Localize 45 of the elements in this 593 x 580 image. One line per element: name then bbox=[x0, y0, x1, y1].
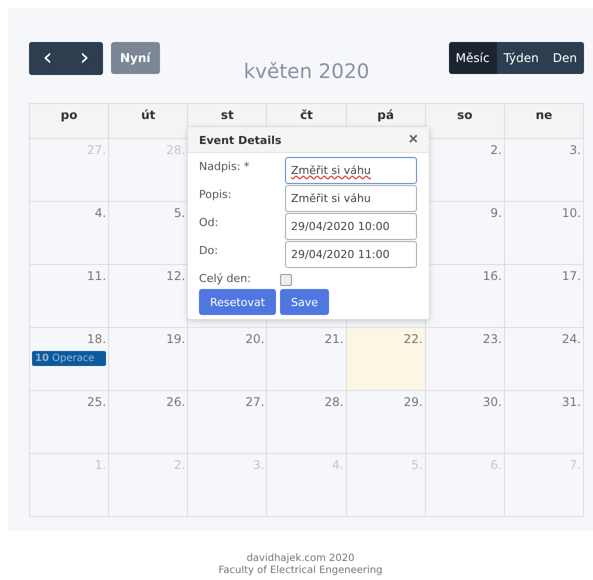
day-number: 27. bbox=[245, 395, 264, 409]
field-label: Nadpis: * bbox=[199, 159, 250, 173]
field-label: Popis: bbox=[199, 187, 232, 201]
weekday-header: po bbox=[30, 104, 110, 139]
day-number: 29. bbox=[404, 395, 423, 409]
day-number: 12. bbox=[166, 269, 186, 283]
day-number: 26. bbox=[166, 395, 186, 409]
day-number: 24. bbox=[562, 332, 581, 346]
weekday-header: út bbox=[109, 104, 188, 139]
input-field[interactable]: 29/04/2020 11:00 bbox=[285, 241, 417, 268]
view-tab[interactable]: Měsíc bbox=[448, 42, 497, 74]
footer-text: davidhajek.com 2020 bbox=[246, 553, 356, 565]
day-number: 23. bbox=[482, 332, 502, 346]
field-label: Od: bbox=[199, 215, 218, 229]
day-number: 22. bbox=[404, 332, 423, 346]
day-number: 21. bbox=[324, 332, 344, 346]
day-number: 16. bbox=[482, 269, 502, 283]
day-number: 20. bbox=[245, 332, 264, 346]
input-field[interactable]: Změřit si váhu bbox=[285, 185, 417, 212]
field-label: Celý den: bbox=[199, 271, 251, 285]
input-field[interactable]: Změřit si váhu bbox=[285, 157, 417, 184]
day-number: 4. bbox=[94, 206, 106, 220]
weekday-header: so bbox=[426, 104, 505, 139]
day-number: 5. bbox=[174, 206, 186, 220]
day-number: 10. bbox=[562, 206, 581, 220]
day-number: 31. bbox=[562, 395, 581, 409]
reset-button[interactable]: Resetovat bbox=[199, 289, 276, 315]
day-number: 18. bbox=[87, 332, 106, 346]
day-number: 9. bbox=[490, 206, 502, 220]
day-number: 2. bbox=[490, 143, 502, 157]
weekday-header: ne bbox=[504, 104, 584, 139]
input-field[interactable]: 29/04/2020 10:00 bbox=[285, 213, 417, 240]
day-number: 25. bbox=[87, 395, 106, 409]
day-number: 30. bbox=[482, 395, 502, 409]
today-button[interactable]: Nyní bbox=[111, 42, 160, 74]
day-number: 28. bbox=[324, 395, 344, 409]
day-number: 11. bbox=[87, 269, 106, 283]
footer-text: Faculty of Electrical Engeneering bbox=[218, 565, 384, 577]
day-number: 19. bbox=[166, 332, 186, 346]
month-title: květen 2020 bbox=[242, 59, 370, 83]
field-label: Do: bbox=[199, 243, 218, 257]
checkbox[interactable] bbox=[280, 274, 292, 286]
save-button[interactable]: Save bbox=[280, 289, 330, 315]
day-number: 17. bbox=[562, 269, 581, 283]
day-number: 3. bbox=[570, 143, 581, 157]
